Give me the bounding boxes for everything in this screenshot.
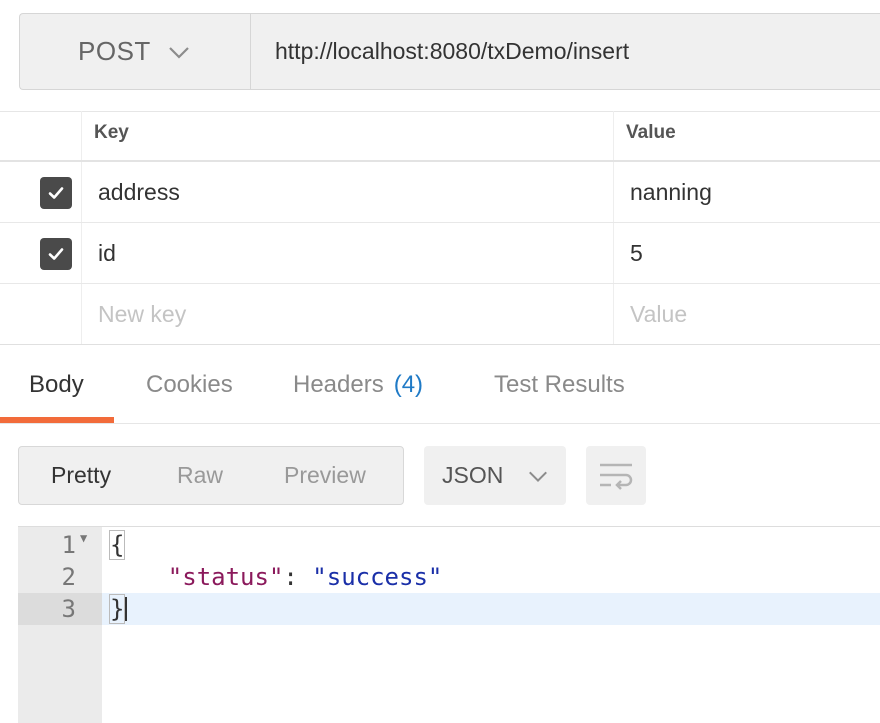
view-raw-label: Raw <box>177 462 224 488</box>
new-value-input[interactable]: Value <box>614 284 880 344</box>
text-cursor <box>125 597 128 621</box>
url-text: http://localhost:8080/txDemo/insert <box>275 38 630 64</box>
new-value-placeholder: Value <box>630 301 688 327</box>
open-brace: { <box>108 530 126 560</box>
headers-count-badge: (4) <box>393 370 424 398</box>
line-number: 3 <box>61 595 76 623</box>
view-preview-label: Preview <box>284 462 366 488</box>
wrap-lines-button[interactable] <box>586 446 646 505</box>
response-body-editor[interactable]: 1 ▼ { 2 "status": "success" 3 } <box>18 526 880 723</box>
param-key-cell[interactable]: address <box>82 162 614 222</box>
tab-test-results-label: Test Results <box>494 370 625 398</box>
param-key-cell[interactable]: id <box>82 223 614 283</box>
line-number: 2 <box>61 563 76 591</box>
tab-cookies-label: Cookies <box>146 370 233 398</box>
json-colon: : <box>283 563 313 591</box>
view-pretty-button[interactable]: Pretty <box>51 447 111 504</box>
checkmark-icon <box>48 248 64 260</box>
header-check-cell <box>0 111 82 160</box>
wrap-lines-icon <box>600 463 633 490</box>
method-label: POST <box>78 36 151 66</box>
new-key-placeholder: New key <box>98 301 187 327</box>
param-key: address <box>98 179 180 205</box>
active-tab-indicator <box>0 417 114 423</box>
chevron-down-icon <box>169 46 189 59</box>
url-input[interactable]: http://localhost:8080/txDemo/insert <box>250 13 880 90</box>
param-checkbox-address[interactable] <box>40 177 72 209</box>
header-key-cell: Key <box>82 111 614 160</box>
code-line-current: 3 } <box>18 593 880 625</box>
view-pretty-label: Pretty <box>51 462 112 488</box>
param-row-address: address nanning <box>0 162 880 223</box>
param-value: nanning <box>630 179 712 205</box>
method-dropdown[interactable]: POST <box>19 13 250 90</box>
checkmark-icon <box>48 187 64 199</box>
json-key: "status" <box>167 563 284 591</box>
param-row-id: id 5 <box>0 223 880 284</box>
json-value: "success" <box>312 563 443 591</box>
tab-headers-label: Headers <box>293 370 384 398</box>
chevron-down-icon <box>529 471 548 482</box>
param-checkbox-id[interactable] <box>40 238 72 270</box>
param-value-cell[interactable]: 5 <box>614 223 880 283</box>
close-brace: } <box>108 594 126 624</box>
tab-body[interactable]: Body <box>29 345 84 424</box>
param-value: 5 <box>630 240 643 266</box>
format-label: JSON <box>442 462 504 488</box>
view-raw-button[interactable]: Raw <box>177 447 223 504</box>
tab-body-label: Body <box>29 370 84 398</box>
tab-headers[interactable]: Headers (4) <box>293 345 423 424</box>
tab-test-results[interactable]: Test Results <box>494 345 625 424</box>
request-bar: POST http://localhost:8080/txDemo/insert <box>0 0 880 112</box>
tab-cookies[interactable]: Cookies <box>146 345 233 424</box>
param-row-new: New key Value <box>0 284 880 345</box>
param-value-cell[interactable]: nanning <box>614 162 880 222</box>
value-column-header: Value <box>626 122 676 143</box>
param-key: id <box>98 240 116 266</box>
view-mode-toggle: Pretty Raw Preview <box>18 446 404 505</box>
params-header-row: Key Value <box>0 111 880 162</box>
fold-arrow-icon[interactable]: ▼ <box>80 531 87 545</box>
format-dropdown[interactable]: JSON <box>424 446 566 505</box>
params-table: Key Value address nanning id 5 New key V… <box>0 111 880 345</box>
response-tabs: Body Cookies Headers (4) Test Results <box>0 344 880 424</box>
line-number: 1 <box>61 531 76 559</box>
new-key-input[interactable]: New key <box>82 284 614 344</box>
code-line: 1 ▼ { <box>18 529 880 561</box>
view-preview-button[interactable]: Preview <box>284 447 366 504</box>
key-column-header: Key <box>94 122 129 143</box>
header-value-cell: Value <box>614 111 880 160</box>
code-line: 2 "status": "success" <box>18 561 880 593</box>
